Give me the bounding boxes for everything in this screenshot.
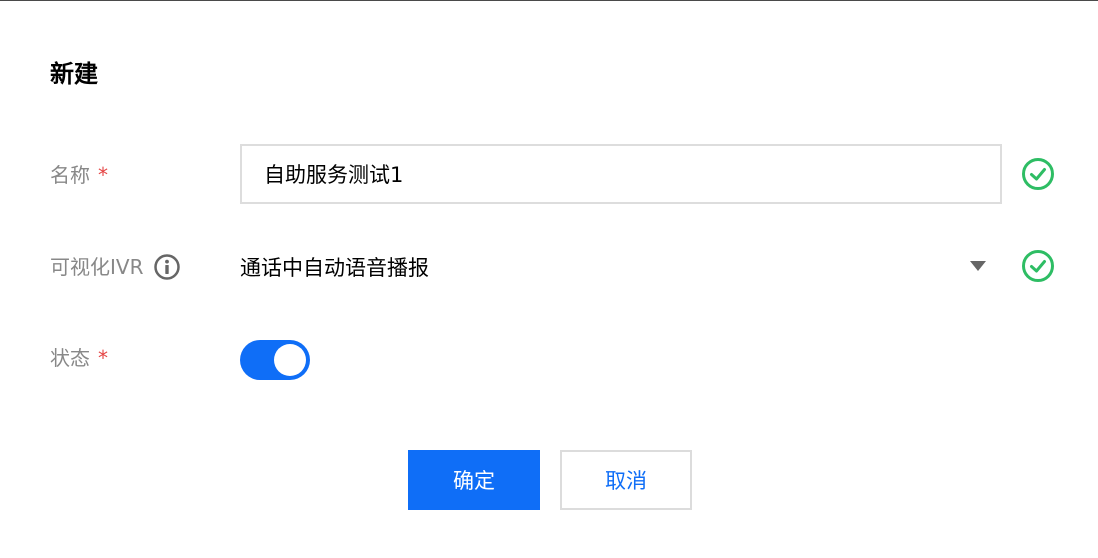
name-input[interactable] <box>240 144 1002 204</box>
ivr-label-row: 可视化IVR <box>50 253 181 281</box>
ivr-label: 可视化IVR <box>50 255 144 279</box>
new-dialog: 新建 名称 * 可视化IVR 通话中自动语音播报 状态 * 确定 取消 <box>0 0 1098 558</box>
name-valid-check-icon <box>1022 158 1054 190</box>
status-toggle[interactable] <box>240 340 310 380</box>
cancel-button[interactable]: 取消 <box>560 450 692 510</box>
dialog-title: 新建 <box>50 60 98 88</box>
name-label-row: 名称 * <box>50 161 108 189</box>
name-label: 名称 <box>50 163 90 187</box>
status-required-mark: * <box>98 346 108 370</box>
ivr-selected-value: 通话中自动语音播报 <box>240 256 429 280</box>
caret-down-icon <box>970 261 986 271</box>
ivr-valid-check-icon <box>1022 250 1054 282</box>
ivr-select[interactable]: 通话中自动语音播报 <box>240 239 1002 295</box>
status-label: 状态 <box>50 346 90 370</box>
info-icon[interactable] <box>153 253 181 281</box>
confirm-button[interactable]: 确定 <box>408 450 540 510</box>
status-label-row: 状态 * <box>50 344 108 372</box>
name-required-mark: * <box>98 163 108 187</box>
toggle-knob <box>274 344 306 376</box>
